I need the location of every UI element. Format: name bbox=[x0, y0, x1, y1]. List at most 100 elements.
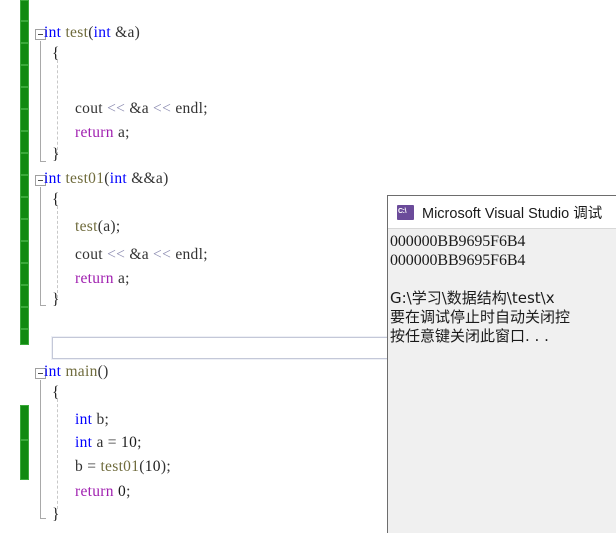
code-line[interactable]: cout << &a << endl; bbox=[75, 246, 208, 263]
code-token-plain: (a); bbox=[97, 218, 121, 235]
indent-guide bbox=[57, 60, 58, 155]
console-output-line: 000000BB9695F6B4 bbox=[390, 233, 526, 250]
code-token-plain: &a bbox=[125, 100, 154, 117]
change-bar-segment bbox=[20, 241, 29, 263]
code-line[interactable]: b = test01(10); bbox=[75, 458, 171, 475]
console-output-line: 按任意键关闭此窗口. . . bbox=[390, 327, 549, 345]
change-bar-segment bbox=[20, 131, 29, 153]
code-token-plain: ; bbox=[126, 483, 131, 500]
code-line[interactable]: test(a); bbox=[75, 218, 120, 235]
code-token-ctl: return bbox=[75, 483, 114, 500]
console-output-line: 000000BB9695F6B4 bbox=[390, 252, 526, 269]
code-token-op: << bbox=[153, 100, 172, 117]
outline-foot-tick bbox=[40, 161, 46, 162]
outline-foot-tick bbox=[40, 305, 46, 306]
console-output-line: 要在调试停止时自动关闭控 bbox=[390, 308, 571, 326]
code-token-fn: test bbox=[75, 218, 98, 235]
code-token-plain: a; bbox=[113, 124, 130, 141]
change-bar-segment bbox=[20, 440, 29, 480]
code-token-kw: int bbox=[75, 434, 93, 451]
outline-vertical-rule bbox=[40, 41, 41, 161]
code-token-brace: { bbox=[52, 191, 60, 208]
code-line[interactable]: return a; bbox=[75, 270, 130, 287]
code-line[interactable]: int test(int &a) bbox=[44, 24, 140, 41]
change-bar-segment bbox=[20, 43, 29, 65]
code-line[interactable]: int b; bbox=[75, 411, 109, 428]
code-token-plain: &a) bbox=[110, 24, 141, 41]
debug-console-window[interactable]: Microsoft Visual Studio 调试 000000BB9695F… bbox=[387, 195, 616, 533]
console-icon bbox=[397, 204, 414, 220]
code-line[interactable]: cout << &a << endl; bbox=[75, 100, 208, 117]
code-token-plain: &&a) bbox=[127, 170, 169, 187]
code-token-fn: test01 bbox=[65, 170, 105, 187]
change-bar-segment bbox=[20, 175, 29, 197]
change-bar-segment bbox=[20, 87, 29, 109]
code-token-op: << bbox=[107, 100, 126, 117]
code-token-plain: b; bbox=[92, 411, 110, 428]
code-token-kw: int bbox=[75, 411, 93, 428]
code-token-fn: test01 bbox=[100, 458, 140, 475]
console-title-bar[interactable]: Microsoft Visual Studio 调试 bbox=[388, 196, 616, 229]
change-bar-segment bbox=[20, 329, 29, 345]
code-line[interactable]: { bbox=[52, 384, 60, 401]
console-window-title: Microsoft Visual Studio 调试 bbox=[422, 205, 603, 222]
change-bar-segment bbox=[20, 197, 29, 219]
code-line[interactable]: int test01(int &&a) bbox=[44, 170, 169, 187]
code-token-plain: a; bbox=[113, 270, 130, 287]
code-line[interactable]: int main() bbox=[44, 363, 109, 380]
code-token-plain: cout bbox=[75, 246, 108, 263]
code-token-plain: () bbox=[97, 363, 109, 380]
outline-foot-tick bbox=[40, 518, 46, 519]
code-token-plain: a = bbox=[92, 434, 122, 451]
code-token-ctl: return bbox=[75, 270, 114, 287]
change-bar-segment bbox=[20, 65, 29, 87]
code-token-num: 0 bbox=[118, 483, 127, 500]
intellisense-popup[interactable] bbox=[52, 337, 392, 359]
code-token-brace: { bbox=[52, 384, 60, 401]
code-token-num: 10 bbox=[121, 434, 138, 451]
change-bar-segment bbox=[20, 0, 29, 21]
change-bar-segment bbox=[20, 109, 29, 131]
code-token-plain: &a bbox=[125, 246, 154, 263]
console-output-line: G:\学习\数据结构\test\x bbox=[390, 289, 555, 307]
code-line[interactable]: return a; bbox=[75, 124, 130, 141]
outline-vertical-rule bbox=[40, 187, 41, 305]
code-token-kw: int bbox=[44, 170, 62, 187]
change-bar-segment bbox=[20, 405, 29, 440]
change-bar-segment bbox=[20, 219, 29, 241]
code-line[interactable]: } bbox=[52, 291, 60, 308]
code-token-kw: int bbox=[93, 24, 111, 41]
change-bar-segment bbox=[20, 307, 29, 329]
console-output-area: 000000BB9695F6B4 000000BB9695F6B4 G:\学习\数据… bbox=[388, 229, 616, 533]
indent-guide bbox=[57, 206, 58, 298]
code-line[interactable]: { bbox=[52, 191, 60, 208]
code-token-fn: test bbox=[65, 24, 89, 41]
code-line[interactable]: } bbox=[52, 506, 60, 523]
change-bar-segment bbox=[20, 21, 29, 43]
code-line[interactable]: { bbox=[52, 45, 60, 62]
outline-vertical-rule bbox=[40, 380, 41, 518]
code-line[interactable]: return 0; bbox=[75, 483, 131, 500]
code-line[interactable]: } bbox=[52, 146, 60, 163]
code-token-num: 10 bbox=[144, 458, 161, 475]
code-token-kw: int bbox=[44, 24, 62, 41]
code-token-ctl: return bbox=[75, 124, 114, 141]
code-token-plain: ; bbox=[137, 434, 142, 451]
code-line[interactable]: int a = 10; bbox=[75, 434, 142, 451]
code-token-brace: } bbox=[52, 291, 60, 308]
code-token-brace: { bbox=[52, 45, 60, 62]
code-token-brace: } bbox=[52, 506, 60, 523]
code-token-op: << bbox=[153, 246, 172, 263]
code-token-kw: int bbox=[44, 363, 62, 380]
change-bar-segment bbox=[20, 285, 29, 307]
code-token-fn: main bbox=[65, 363, 98, 380]
code-token-plain: cout bbox=[75, 100, 108, 117]
change-bar-segment bbox=[20, 263, 29, 285]
code-token-plain: endl; bbox=[171, 100, 208, 117]
indent-guide bbox=[57, 399, 58, 509]
code-token-plain: b = bbox=[75, 458, 101, 475]
code-token-op: << bbox=[107, 246, 126, 263]
code-token-kw: int bbox=[109, 170, 128, 187]
code-token-brace: } bbox=[52, 146, 60, 163]
